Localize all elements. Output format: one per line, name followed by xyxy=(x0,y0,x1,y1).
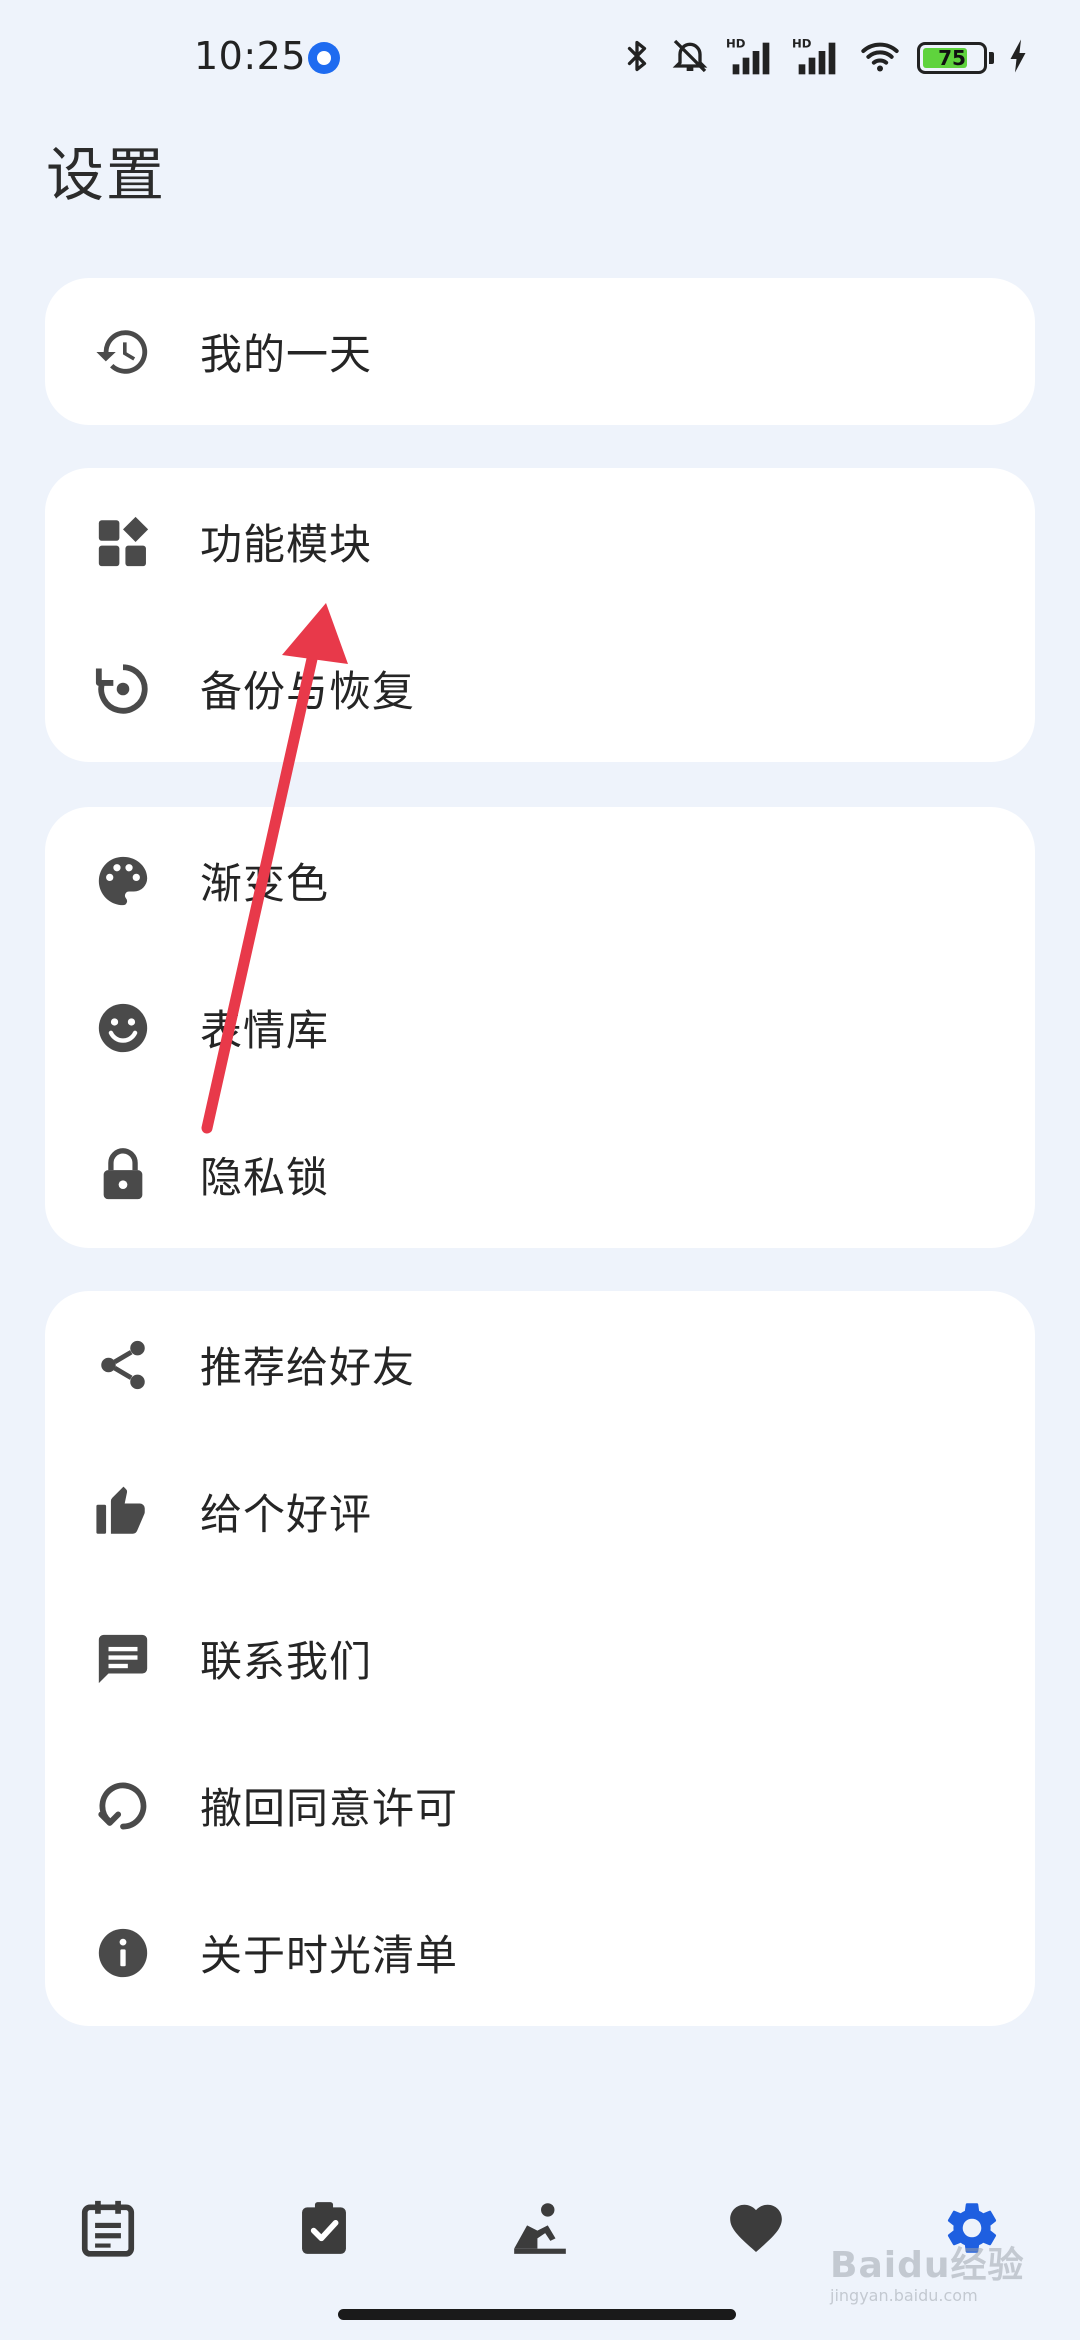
mute-icon xyxy=(669,36,711,80)
signal-hd-icon: HD xyxy=(725,36,777,80)
svg-text:HD: HD xyxy=(792,37,812,51)
settings-item-revoke-consent[interactable]: 撤回同意许可 xyxy=(45,1732,1035,1879)
charging-icon xyxy=(1008,38,1028,78)
lock-icon xyxy=(91,1143,155,1207)
settings-item-label: 关于时光清单 xyxy=(200,1931,459,1980)
watermark: Baidu经验 jingyan.baidu.com xyxy=(830,2236,1024,2305)
settings-card-4: 推荐给好友 给个好评 联系我们 撤回同意许可 关于时光清单 xyxy=(45,1291,1035,2026)
settings-item-contact[interactable]: 联系我们 xyxy=(45,1585,1035,1732)
settings-item-label: 表情库 xyxy=(200,1006,330,1055)
thumb-up-icon xyxy=(91,1480,155,1544)
battery-cap xyxy=(989,52,994,64)
emoji-icon xyxy=(91,996,155,1060)
settings-item-modules[interactable]: 功能模块 xyxy=(45,468,1035,615)
status-icons: HD HD 75 xyxy=(619,36,1028,80)
home-indicator[interactable] xyxy=(338,2309,736,2320)
settings-item-label: 渐变色 xyxy=(200,859,330,908)
settings-item-privacy-lock[interactable]: 隐私锁 xyxy=(45,1101,1035,1248)
watermark-text: Baidu经验 xyxy=(830,2245,1025,2286)
settings-item-label: 给个好评 xyxy=(200,1490,373,1539)
settings-card-1: 我的一天 xyxy=(45,278,1035,425)
svg-text:HD: HD xyxy=(726,37,746,51)
signal-hd-icon: HD xyxy=(791,36,843,80)
settings-item-label: 功能模块 xyxy=(200,520,373,569)
nav-focus[interactable] xyxy=(500,2190,580,2270)
battery-icon: 75 xyxy=(917,42,987,74)
settings-item-rate[interactable]: 给个好评 xyxy=(45,1438,1035,1585)
watermark-subtext: jingyan.baidu.com xyxy=(830,2286,978,2305)
revoke-icon xyxy=(91,1774,155,1838)
heart-icon xyxy=(725,2197,787,2263)
settings-item-my-day[interactable]: 我的一天 xyxy=(45,278,1035,425)
page-title: 设置 xyxy=(46,141,167,209)
chat-icon xyxy=(91,1627,155,1691)
settings-item-recommend[interactable]: 推荐给好友 xyxy=(45,1291,1035,1438)
share-icon xyxy=(91,1333,155,1397)
settings-item-backup-restore[interactable]: 备份与恢复 xyxy=(45,615,1035,762)
checklist-icon xyxy=(293,2197,355,2263)
wifi-icon xyxy=(857,36,903,80)
settings-item-emoji-library[interactable]: 表情库 xyxy=(45,954,1035,1101)
history-icon xyxy=(91,320,155,384)
settings-item-label: 我的一天 xyxy=(200,330,373,379)
app-notification-icon xyxy=(308,42,340,74)
settings-item-label: 备份与恢复 xyxy=(200,667,416,716)
settings-item-label: 联系我们 xyxy=(200,1637,373,1686)
settings-item-about[interactable]: 关于时光清单 xyxy=(45,1879,1035,2026)
status-time: 10:25 xyxy=(194,34,307,78)
settings-card-3: 渐变色 表情库 隐私锁 xyxy=(45,807,1035,1248)
status-bar: 10:25 HD HD 75 xyxy=(0,0,1080,120)
widgets-icon xyxy=(91,510,155,574)
settings-item-label: 撤回同意许可 xyxy=(200,1784,459,1833)
restore-icon xyxy=(91,657,155,721)
nav-favorites[interactable] xyxy=(716,2190,796,2270)
battery-level: 75 xyxy=(938,46,966,70)
bluetooth-icon xyxy=(619,36,655,80)
nav-calendar[interactable] xyxy=(68,2190,148,2270)
settings-item-label: 隐私锁 xyxy=(200,1153,330,1202)
palette-icon xyxy=(91,849,155,913)
nav-tasks[interactable] xyxy=(284,2190,364,2270)
settings-item-label: 推荐给好友 xyxy=(200,1343,416,1392)
meditation-icon xyxy=(509,2197,571,2263)
settings-card-2: 功能模块 备份与恢复 xyxy=(45,468,1035,762)
info-icon xyxy=(91,1921,155,1985)
settings-item-gradient[interactable]: 渐变色 xyxy=(45,807,1035,954)
calendar-note-icon xyxy=(77,2197,139,2263)
